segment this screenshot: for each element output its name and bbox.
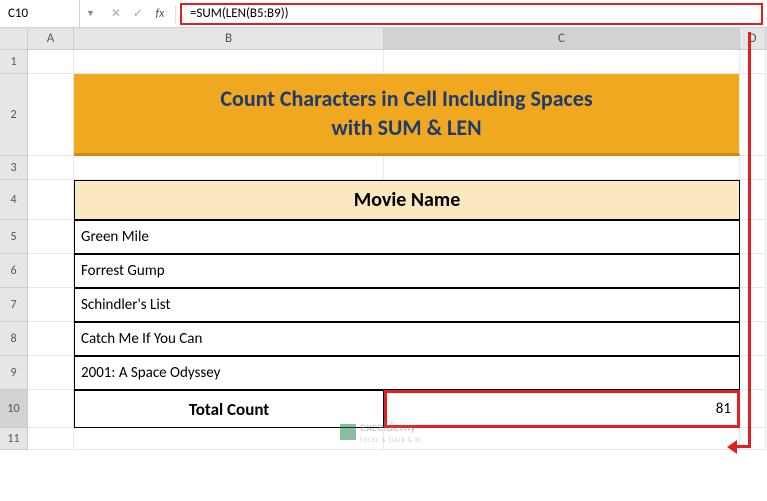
title-line1: Count Characters in Cell Including Space… — [220, 85, 592, 114]
table-row[interactable]: Schindler's List — [74, 288, 740, 322]
cell-B11[interactable] — [74, 428, 384, 450]
cell-D5[interactable] — [740, 220, 766, 254]
cell-D9[interactable] — [740, 356, 766, 390]
row-1: 1 — [0, 50, 767, 74]
cell-A6[interactable] — [28, 254, 74, 288]
row-header-5[interactable]: 5 — [0, 220, 28, 254]
fx-icon[interactable]: fx — [151, 5, 169, 23]
row-header-6[interactable]: 6 — [0, 254, 28, 288]
cell-A10[interactable] — [28, 390, 74, 428]
cell-D10[interactable] — [740, 390, 766, 428]
title-line2: with SUM & LEN — [331, 114, 481, 143]
column-header-B[interactable]: B — [74, 28, 384, 50]
row-3: 3 — [0, 156, 767, 180]
table-row[interactable]: Catch Me If You Can — [74, 322, 740, 356]
row-header-8[interactable]: 8 — [0, 322, 28, 356]
cell-D1[interactable] — [740, 50, 766, 74]
row-header-4[interactable]: 4 — [0, 180, 28, 220]
formula-controls: ✕ ✓ fx — [101, 5, 176, 23]
row-4: 4 Movie Name — [0, 180, 767, 220]
cell-A1[interactable] — [28, 50, 74, 74]
table-row[interactable]: 2001: A Space Odyssey — [74, 356, 740, 390]
row-6: 6 Forrest Gump — [0, 254, 767, 288]
annotation-arrow-head-icon — [727, 440, 737, 454]
annotation-arrow-vertical — [748, 32, 751, 448]
row-11: 11 — [0, 428, 767, 450]
row-header-11[interactable]: 11 — [0, 428, 28, 450]
row-10: 10 Total Count 81 — [0, 390, 767, 428]
table-row[interactable]: Forrest Gump — [74, 254, 740, 288]
table-header[interactable]: Movie Name — [74, 180, 740, 220]
cell-C1[interactable] — [384, 50, 740, 74]
cell-B1[interactable] — [74, 50, 384, 74]
row-7: 7 Schindler's List — [0, 288, 767, 322]
formula-bar: C10 ▼ ✕ ✓ fx =SUM(LEN(B5:B9)) — [0, 0, 767, 28]
row-header-2[interactable]: 2 — [0, 74, 28, 156]
name-box-dropdown-icon[interactable]: ▼ — [80, 8, 101, 19]
cell-C11[interactable] — [384, 428, 740, 450]
cell-D8[interactable] — [740, 322, 766, 356]
column-header-C[interactable]: C — [384, 28, 740, 50]
cell-C3[interactable] — [384, 156, 740, 180]
cell-A11[interactable] — [28, 428, 74, 450]
title-banner[interactable]: Count Characters in Cell Including Space… — [74, 74, 740, 156]
formula-input[interactable]: =SUM(LEN(B5:B9)) — [180, 3, 763, 25]
row-9: 9 2001: A Space Odyssey — [0, 356, 767, 390]
row-5: 5 Green Mile — [0, 220, 767, 254]
row-header-10[interactable]: 10 — [0, 390, 28, 428]
cell-A8[interactable] — [28, 322, 74, 356]
cell-A4[interactable] — [28, 180, 74, 220]
cell-B3[interactable] — [74, 156, 384, 180]
column-headers: A B C D — [0, 28, 767, 50]
total-count-value[interactable]: 81 — [384, 390, 740, 428]
row-header-3[interactable]: 3 — [0, 156, 28, 180]
name-box[interactable]: C10 — [0, 0, 80, 27]
cell-A7[interactable] — [28, 288, 74, 322]
row-header-9[interactable]: 9 — [0, 356, 28, 390]
row-header-1[interactable]: 1 — [0, 50, 28, 74]
row-2: 2 Count Characters in Cell Including Spa… — [0, 74, 767, 156]
cancel-icon[interactable]: ✕ — [107, 5, 125, 23]
cell-D6[interactable] — [740, 254, 766, 288]
row-header-7[interactable]: 7 — [0, 288, 28, 322]
row-8: 8 Catch Me If You Can — [0, 322, 767, 356]
cell-A9[interactable] — [28, 356, 74, 390]
cell-A3[interactable] — [28, 156, 74, 180]
cell-D4[interactable] — [740, 180, 766, 220]
column-header-A[interactable]: A — [28, 28, 74, 50]
table-row[interactable]: Green Mile — [74, 220, 740, 254]
cell-D3[interactable] — [740, 156, 766, 180]
cell-A2[interactable] — [28, 74, 74, 156]
spreadsheet-grid: A B C D 1 2 Count Characters in Cell Inc… — [0, 28, 767, 450]
cell-A5[interactable] — [28, 220, 74, 254]
cell-D7[interactable] — [740, 288, 766, 322]
select-all-corner[interactable] — [0, 28, 28, 50]
confirm-icon[interactable]: ✓ — [129, 5, 147, 23]
total-count-label[interactable]: Total Count — [74, 390, 384, 428]
cell-D2[interactable] — [740, 74, 766, 156]
column-header-D[interactable]: D — [740, 28, 766, 50]
